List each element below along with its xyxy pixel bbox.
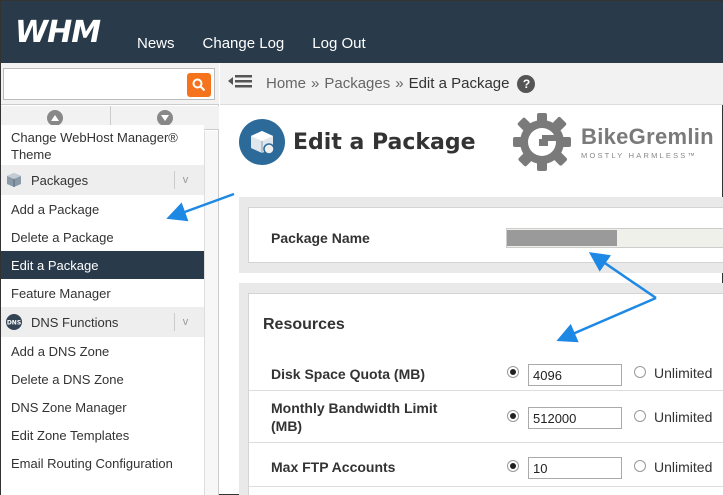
resources-card: Resources Disk Space Quota (MB) Unlimite… <box>248 293 723 495</box>
resource-label: Monthly Bandwidth Limit (MB) <box>271 400 438 434</box>
dns-icon-text: DNS <box>7 320 21 327</box>
chevron-up-icon <box>47 109 64 126</box>
package-name-label: Package Name <box>271 230 370 246</box>
package-name-field[interactable] <box>506 228 723 248</box>
unlimited-label: Unlimited <box>654 459 713 475</box>
radio-unlimited[interactable] <box>634 366 646 378</box>
radio-unlimited[interactable] <box>634 460 646 472</box>
sidebar-group-packages[interactable]: Packages v <box>1 165 204 195</box>
sidebar-item-email-routing[interactable]: Email Routing Configuration <box>1 449 204 477</box>
chevron-down-icon[interactable]: v <box>174 171 196 189</box>
breadcrumb-home[interactable]: Home <box>266 75 306 92</box>
resource-label: Max FTP Accounts <box>271 459 396 475</box>
resources-heading: Resources <box>263 316 345 333</box>
unlimited-label: Unlimited <box>654 365 713 381</box>
brand-name: BikeGremlin <box>581 124 714 149</box>
whm-logo[interactable]: WHM <box>15 15 101 50</box>
dns-icon: DNS <box>5 313 23 331</box>
sidebar-scrollbar[interactable] <box>204 131 218 495</box>
edit-package-icon <box>239 119 285 165</box>
sidebar-item-edit-zone-templates[interactable]: Edit Zone Templates <box>1 421 204 449</box>
sidebar-item-delete-dns-zone[interactable]: Delete a DNS Zone <box>1 365 204 393</box>
search-icon <box>192 78 206 92</box>
brand-tagline: MOSTLY HARMLESS™ <box>581 151 698 160</box>
sidebar-search-row <box>1 63 219 105</box>
breadcrumb-current: Edit a Package <box>408 75 510 92</box>
chevron-down-icon <box>156 109 173 126</box>
resource-row-bandwidth: Monthly Bandwidth Limit (MB) Unlimited <box>249 390 723 442</box>
sidebar-item-dns-zone-manager[interactable]: DNS Zone Manager <box>1 393 204 421</box>
package-name-card: Package Name <box>248 207 723 263</box>
brand-text: BikeGremlin MOSTLY HARMLESS™ <box>581 124 714 160</box>
nav-change-log[interactable]: Change Log <box>203 35 285 52</box>
sidebar-item-add-dns-zone[interactable]: Add a DNS Zone <box>1 337 204 365</box>
resources-panel: Resources Disk Space Quota (MB) Unlimite… <box>239 283 723 495</box>
sidebar-item-feature-manager[interactable]: Feature Manager <box>1 279 204 307</box>
chevron-down-icon[interactable]: v <box>174 313 196 331</box>
gear-icon <box>513 113 571 171</box>
search-button[interactable] <box>187 73 211 97</box>
radio-unlimited[interactable] <box>634 410 646 422</box>
breadcrumb-separator: » <box>395 75 404 92</box>
help-icon[interactable]: ? <box>517 74 536 93</box>
radio-custom[interactable] <box>507 410 519 422</box>
bandwidth-input[interactable] <box>528 407 622 429</box>
page-title: Edit a Package <box>293 129 476 155</box>
sidebar-item-add-package[interactable]: Add a Package <box>1 195 204 223</box>
breadcrumb-packages[interactable]: Packages <box>324 75 390 92</box>
top-bar: WHM News Change Log Log Out <box>1 1 723 63</box>
breadcrumb-separator: » <box>311 75 320 92</box>
sidebar-group-label: DNS Functions <box>31 314 119 330</box>
package-icon <box>5 171 23 189</box>
sidebar: Change WebHost Manager® Theme Packages v… <box>1 63 219 495</box>
sidebar-group-label: Packages <box>31 172 89 188</box>
redacted-value <box>507 230 617 246</box>
sidebar-item-edit-package[interactable]: Edit a Package <box>1 251 204 279</box>
resource-row-ftp: Max FTP Accounts Unlimited <box>249 442 723 486</box>
nav-news[interactable]: News <box>137 35 175 52</box>
resource-row-disk: Disk Space Quota (MB) Unlimited <box>249 346 723 386</box>
unlimited-label: Unlimited <box>654 409 713 425</box>
sidebar-nav-list: Change WebHost Manager® Theme Packages v… <box>1 125 204 477</box>
ftp-accounts-input[interactable] <box>528 457 622 479</box>
nav-log-out[interactable]: Log Out <box>312 35 365 52</box>
collapse-menu-icon[interactable] <box>228 73 252 94</box>
page-header: Edit a Package <box>239 119 476 165</box>
resource-label: Disk Space Quota (MB) <box>271 366 426 382</box>
disk-quota-input[interactable] <box>528 364 622 386</box>
top-nav: News Change Log Log Out <box>137 35 366 52</box>
brand-logo: BikeGremlin MOSTLY HARMLESS™ <box>509 109 714 175</box>
radio-custom[interactable] <box>507 460 519 472</box>
resource-row-divider <box>249 486 723 487</box>
search-input[interactable] <box>3 68 215 100</box>
sidebar-item-change-theme[interactable]: Change WebHost Manager® Theme <box>1 125 204 165</box>
sidebar-item-delete-package[interactable]: Delete a Package <box>1 223 204 251</box>
package-name-panel: Package Name <box>239 197 723 273</box>
radio-custom[interactable] <box>507 366 519 378</box>
sidebar-group-dns-functions[interactable]: DNS DNS Functions v <box>1 307 204 337</box>
breadcrumb: Home » Packages » Edit a Package ? <box>220 63 723 105</box>
